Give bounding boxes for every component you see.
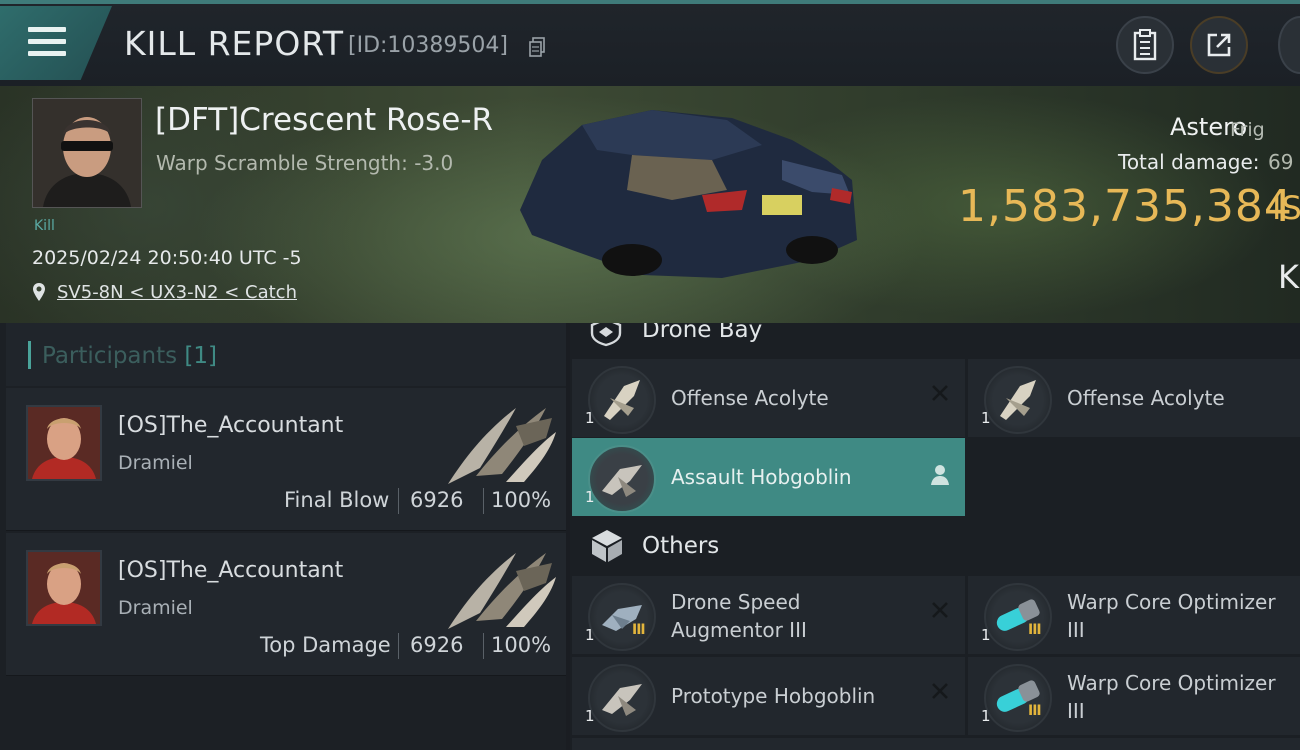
victim-ship-class: Frig xyxy=(1230,119,1265,141)
item-quantity: 1 xyxy=(585,409,595,427)
divider xyxy=(483,488,484,514)
item-slot[interactable]: 1 III Warp Core Optimizer III xyxy=(968,657,1300,735)
participant-damage: 6926 xyxy=(410,488,464,512)
participant-name: [OS]The_Accountant xyxy=(118,413,344,438)
participant-percent: 100% xyxy=(491,488,552,512)
share-button[interactable] xyxy=(1190,16,1248,74)
page-title: KILL REPORT xyxy=(124,24,344,63)
item-slot-partial xyxy=(572,738,1300,750)
item-name: Offense Acolyte xyxy=(671,386,829,410)
item-name: Drone Speed xyxy=(671,590,801,614)
participant-role: Final Blow xyxy=(284,488,390,512)
participants-label: Participants xyxy=(42,343,178,369)
item-quantity: 1 xyxy=(981,707,991,725)
item-slot[interactable]: 1 Prototype Hobgoblin xyxy=(572,657,965,735)
tier-badge: III xyxy=(632,622,646,638)
total-damage-value: 69 xyxy=(1268,150,1294,174)
module-icon xyxy=(588,583,656,651)
isk-unit: IS xyxy=(1272,189,1300,227)
kill-label: Kill xyxy=(34,218,55,234)
warp-scramble-strength: Warp Scramble Strength: -3.0 xyxy=(156,151,454,175)
item-slot[interactable]: 1 III Warp Core Optimizer III xyxy=(968,576,1300,654)
module-icon xyxy=(984,583,1052,651)
location-pin-icon xyxy=(33,283,45,301)
clipboard-icon xyxy=(1133,29,1157,61)
participant-ship-image xyxy=(448,408,556,484)
drone-icon xyxy=(588,445,656,513)
pilot-portrait-image xyxy=(33,99,141,207)
drone-icon xyxy=(588,366,656,434)
participant-damage: 6926 xyxy=(410,633,464,657)
section-accent-bar xyxy=(28,341,31,369)
cube-icon xyxy=(592,530,622,562)
participant-row[interactable]: [OS]The_Accountant Dramiel Final Blow 69… xyxy=(6,388,566,531)
drone-bay-header: Drone Bay xyxy=(570,323,1300,355)
participant-row[interactable]: [OS]The_Accountant Dramiel Top Damage 69… xyxy=(6,533,566,676)
drone-bay-icon xyxy=(590,323,622,347)
truncated-label: K xyxy=(1278,258,1299,296)
victim-ship-image xyxy=(520,110,857,278)
total-damage-label: Total damage: xyxy=(1118,150,1260,174)
item-slot[interactable]: 1 Offense Acolyte xyxy=(572,359,965,437)
share-icon xyxy=(1207,33,1231,57)
item-quantity: 1 xyxy=(981,409,991,427)
drone-icon xyxy=(984,366,1052,434)
others-title: Others xyxy=(642,533,720,559)
participants-title: Participants [1] xyxy=(42,343,217,369)
item-slot[interactable]: 1 III Drone Speed Augmentor III xyxy=(572,576,965,654)
item-quantity: 1 xyxy=(981,626,991,644)
participant-ship-image xyxy=(448,553,556,629)
item-name-line2: Augmentor III xyxy=(671,618,807,642)
clipboard-button[interactable] xyxy=(1116,16,1174,74)
item-name: Assault Hobgoblin xyxy=(671,465,852,489)
divider xyxy=(398,633,399,659)
isk-value: 1,583,735,384 xyxy=(958,181,1293,232)
tier-badge: III xyxy=(1028,703,1042,719)
victim-name[interactable]: [DFT]Crescent Rose-R xyxy=(155,102,493,138)
item-quantity: 1 xyxy=(585,707,595,725)
participant-ship: Dramiel xyxy=(118,597,193,619)
participant-percent: 100% xyxy=(491,633,552,657)
menu-icon xyxy=(28,27,66,32)
participants-count: [1] xyxy=(184,343,218,369)
module-icon xyxy=(984,664,1052,732)
close-icon[interactable] xyxy=(930,681,950,701)
divider xyxy=(398,488,399,514)
report-id: [ID:10389504] xyxy=(348,33,508,58)
item-name-line2: III xyxy=(1067,618,1085,642)
participant-avatar xyxy=(26,550,102,626)
drone-bay-title: Drone Bay xyxy=(642,323,763,343)
item-name: Warp Core Optimizer xyxy=(1067,590,1276,614)
drone-icon xyxy=(588,664,656,732)
participant-name: [OS]The_Accountant xyxy=(118,558,344,583)
tier-badge: III xyxy=(1028,622,1042,638)
location-link[interactable]: SV5-8N < UX3-N2 < Catch xyxy=(57,282,297,303)
participant-role: Top Damage xyxy=(260,633,391,657)
item-name: Warp Core Optimizer xyxy=(1067,671,1276,695)
menu-icon-line xyxy=(28,39,66,44)
item-quantity: 1 xyxy=(585,488,595,506)
item-name-line2: III xyxy=(1067,699,1085,723)
menu-icon-line xyxy=(28,51,66,56)
copy-icon[interactable] xyxy=(529,37,545,57)
item-name: Prototype Hobgoblin xyxy=(671,684,876,708)
person-icon[interactable] xyxy=(930,464,950,486)
victim-portrait[interactable] xyxy=(32,98,142,208)
participant-ship: Dramiel xyxy=(118,452,193,474)
kill-timestamp: 2025/02/24 20:50:40 UTC -5 xyxy=(32,247,302,269)
item-name: Offense Acolyte xyxy=(1067,386,1225,410)
item-quantity: 1 xyxy=(585,626,595,644)
divider xyxy=(483,633,484,659)
item-slot-selected[interactable]: 1 Assault Hobgoblin xyxy=(572,438,965,516)
close-icon[interactable] xyxy=(930,600,950,620)
close-icon[interactable] xyxy=(930,383,950,403)
participant-avatar xyxy=(26,405,102,481)
item-slot[interactable]: 1 Offense Acolyte xyxy=(968,359,1300,437)
